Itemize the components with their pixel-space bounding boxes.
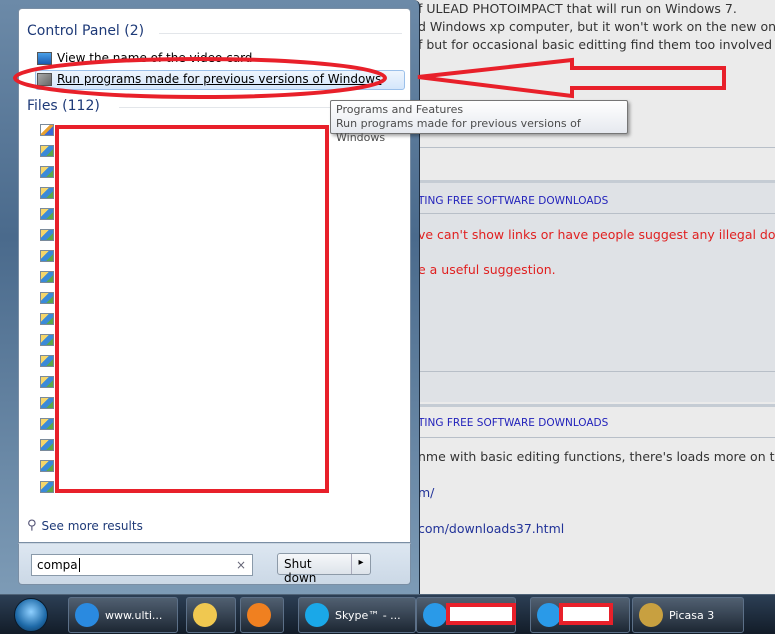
image-file-icon[interactable] [40, 250, 54, 262]
see-more-results[interactable]: ⚲ See more results [27, 518, 143, 533]
redaction-box [446, 603, 516, 625]
image-file-icon[interactable] [40, 397, 54, 409]
taskbar-button[interactable] [240, 597, 284, 633]
picasa-icon [639, 603, 663, 627]
image-file-icon[interactable] [40, 481, 54, 493]
image-file-icon[interactable] [40, 334, 54, 346]
magnifier-icon: ⚲ [27, 518, 37, 533]
image-file-icon[interactable] [40, 166, 54, 178]
chat-icon [537, 603, 561, 627]
annotation-ellipse [13, 57, 387, 99]
internet-explorer-icon [75, 603, 99, 627]
chat-icon [423, 603, 447, 627]
reply-header-link[interactable]: TING FREE SOFTWARE DOWNLOADS [418, 195, 608, 207]
search-input[interactable]: compa × [31, 554, 253, 576]
image-file-icon[interactable] [40, 376, 54, 388]
annotation-arrow [417, 57, 726, 99]
image-file-icon[interactable] [40, 418, 54, 430]
image-file-icon[interactable] [40, 292, 54, 304]
image-file-icon[interactable] [40, 313, 54, 325]
taskbar-button[interactable] [186, 597, 236, 633]
reply-link[interactable]: com/downloads37.html [418, 521, 564, 536]
clear-search-icon[interactable]: × [236, 558, 246, 572]
image-file-icon[interactable] [40, 187, 54, 199]
reply-section: TING FREE SOFTWARE DOWNLOADS ve can't sh… [410, 180, 775, 402]
explorer-folder-icon [193, 603, 217, 627]
image-file-icon[interactable] [40, 355, 54, 367]
reply-header-link[interactable]: TING FREE SOFTWARE DOWNLOADS [418, 417, 608, 429]
reply-text: ve can't show links or have people sugge… [418, 227, 775, 242]
image-file-icon[interactable] [40, 229, 54, 241]
image-file-icon[interactable] [40, 460, 54, 472]
image-file-icon[interactable] [40, 145, 54, 157]
reply-text: e a useful suggestion. [418, 262, 556, 277]
shutdown-options-arrow-icon[interactable]: ▸ [352, 554, 370, 574]
taskbar-button[interactable]: www.ulti... [68, 597, 178, 633]
start-menu-bottom: compa × Shut down ▸ [18, 543, 411, 585]
taskbar-button[interactable]: Picasa 3 [632, 597, 744, 633]
start-button[interactable] [14, 598, 48, 632]
tooltip: Programs and Features Run programs made … [330, 100, 628, 144]
taskbar-button[interactable]: Skype™ - ... [298, 597, 416, 633]
redaction-box [55, 125, 329, 493]
reply-text: nme with basic editing functions, there'… [418, 449, 775, 464]
reply-link[interactable]: m/ [418, 485, 434, 500]
taskbar: www.ulti... Skype™ - ... Picasa 3 [0, 594, 775, 634]
image-file-icon[interactable] [40, 208, 54, 220]
image-file-icon[interactable] [40, 271, 54, 283]
skype-icon [305, 603, 329, 627]
image-file-icon[interactable] [40, 439, 54, 451]
media-player-icon [247, 603, 271, 627]
redaction-box [559, 603, 613, 625]
shutdown-button[interactable]: Shut down ▸ [277, 553, 371, 585]
